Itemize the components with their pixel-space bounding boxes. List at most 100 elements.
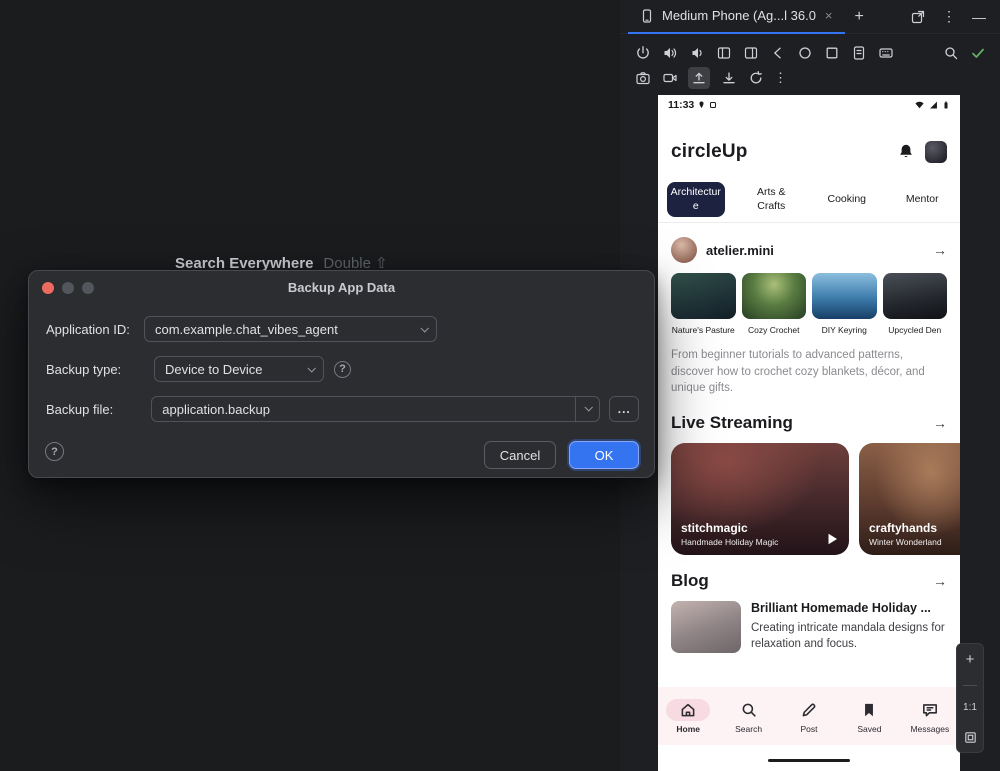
play-icon[interactable]	[824, 531, 840, 547]
craft-card[interactable]: Cozy Crochet	[742, 273, 807, 335]
category-tabs: Architecture Arts & Crafts Cooking Mento…	[658, 177, 960, 223]
live-streaming-title: Live Streaming	[671, 413, 793, 433]
user-avatar[interactable]	[925, 141, 947, 163]
blog-post-image	[671, 601, 741, 653]
backup-type-help-button[interactable]: ?	[334, 361, 351, 378]
soft-keyboard-icon[interactable]	[877, 45, 894, 62]
craft-cards-row: Nature's Pasture Cozy Crochet DIY Keyrin…	[658, 273, 960, 335]
app-title: circleUp	[671, 141, 748, 163]
toolbar-more-icon[interactable]: ⋮	[774, 70, 788, 86]
open-in-window-icon[interactable]	[909, 8, 926, 25]
craft-card-label: DIY Keyring	[812, 325, 877, 335]
restore-download-icon[interactable]	[720, 70, 737, 87]
gesture-bar[interactable]	[768, 759, 850, 762]
nav-item-post[interactable]: Post	[779, 699, 839, 734]
nav-label: Messages	[910, 724, 949, 734]
stream-card[interactable]: stitchmagic Handmade Holiday Magic	[671, 443, 849, 555]
chevron-down-icon	[420, 324, 428, 332]
nav-item-home[interactable]: Home	[658, 699, 718, 734]
combo-dropdown-button[interactable]	[575, 397, 599, 421]
stream-subtitle: Handmade Holiday Magic	[681, 537, 778, 547]
blog-post-item[interactable]: Brilliant Homemade Holiday ... Creating …	[658, 601, 960, 653]
nav-home-icon[interactable]	[796, 45, 813, 62]
blog-title: Blog	[671, 571, 709, 591]
emulator-tab[interactable]: Medium Phone (Ag...l 36.0 ×	[628, 0, 845, 34]
fold-in-icon[interactable]	[715, 45, 732, 62]
bookmark-icon	[860, 701, 878, 719]
ok-button[interactable]: OK	[569, 441, 639, 469]
power-icon[interactable]	[634, 45, 651, 62]
bottom-navigation: Home Search Post Saved	[658, 687, 960, 745]
profile-row[interactable]: atelier.mini →	[658, 237, 960, 263]
status-check-icon	[969, 45, 986, 62]
stream-subtitle: Winter Wonderland	[869, 537, 942, 547]
volume-up-icon[interactable]	[661, 45, 678, 62]
profile-name: atelier.mini	[706, 243, 774, 258]
snapshot-reset-icon[interactable]	[747, 70, 764, 87]
blog-arrow-icon[interactable]: →	[933, 573, 947, 589]
pencil-icon	[800, 701, 818, 719]
panel-more-icon[interactable]: ⋮	[942, 8, 956, 25]
tab-arts-crafts[interactable]: Arts & Crafts	[734, 177, 810, 222]
cancel-button[interactable]: Cancel	[484, 441, 556, 469]
backup-file-value: application.backup	[162, 402, 270, 417]
nav-item-search[interactable]: Search	[718, 699, 778, 734]
zoom-ratio-label[interactable]: 1:1	[963, 702, 977, 713]
nav-overview-icon[interactable]	[823, 45, 840, 62]
backup-type-select[interactable]: Device to Device	[154, 356, 324, 382]
craft-card[interactable]: Nature's Pasture	[671, 273, 736, 335]
nav-back-icon[interactable]	[769, 45, 786, 62]
tab-cooking[interactable]: Cooking	[809, 177, 885, 222]
backup-upload-icon[interactable]	[688, 67, 710, 89]
dialog-help-area: ?	[45, 442, 64, 461]
zoom-divider	[963, 685, 977, 686]
nav-item-saved[interactable]: Saved	[839, 699, 899, 734]
device-phone-icon	[638, 7, 655, 24]
profile-arrow-icon[interactable]: →	[933, 242, 947, 258]
blog-header: Blog →	[658, 571, 960, 591]
panel-minimize-icon[interactable]: —	[972, 9, 986, 25]
browse-file-button[interactable]: ...	[609, 396, 639, 422]
profile-avatar	[671, 237, 697, 263]
category-description: From beginner tutorials to advanced patt…	[658, 347, 960, 397]
dialog-title: Backup App Data	[29, 280, 654, 295]
tab-architecture[interactable]: Architecture	[658, 177, 734, 222]
nav-label: Post	[801, 724, 818, 734]
live-streaming-arrow-icon[interactable]: →	[933, 415, 947, 431]
screenshot-page-icon[interactable]	[850, 45, 867, 62]
chevron-down-icon	[307, 364, 315, 372]
battery-icon	[942, 99, 950, 111]
notifications-bell-icon[interactable]	[897, 143, 915, 161]
dialog-buttons: Cancel OK	[484, 441, 639, 469]
app-status-icon	[709, 101, 717, 109]
tab-close-icon[interactable]: ×	[823, 8, 835, 23]
application-id-select[interactable]: com.example.chat_vibes_agent	[144, 316, 437, 342]
fold-out-icon[interactable]	[742, 45, 759, 62]
nav-item-messages[interactable]: Messages	[900, 699, 960, 734]
zoom-search-icon[interactable]	[942, 45, 959, 62]
status-time: 11:33	[668, 99, 694, 111]
phone-status-bar: 11:33	[658, 95, 960, 115]
tab-mentor[interactable]: Mentor	[885, 177, 961, 222]
craft-card[interactable]: DIY Keyring	[812, 273, 877, 335]
signal-icon	[928, 100, 939, 110]
stream-card[interactable]: craftyhands Winter Wonderland	[859, 443, 960, 555]
dialog-help-button[interactable]: ?	[45, 442, 64, 461]
volume-down-icon[interactable]	[688, 45, 705, 62]
tab-label: Mentor	[893, 189, 951, 210]
tab-label: Cooking	[818, 189, 876, 210]
craft-card[interactable]: Upcycled Den	[883, 273, 948, 335]
new-tab-button[interactable]: +	[855, 8, 864, 26]
zoom-in-button[interactable]: +	[966, 651, 975, 668]
nav-active-pill	[666, 699, 710, 721]
tab-label: Architecture	[667, 182, 725, 216]
backup-file-combo[interactable]: application.backup	[151, 396, 600, 422]
stream-name: stitchmagic	[681, 521, 778, 535]
fit-to-screen-icon[interactable]	[963, 730, 978, 745]
screen-record-icon[interactable]	[661, 70, 678, 87]
messages-icon	[921, 701, 939, 719]
application-id-label: Application ID:	[46, 322, 144, 337]
location-icon	[697, 100, 706, 110]
tab-label: Arts & Crafts	[742, 182, 800, 216]
screenshot-camera-icon[interactable]	[634, 70, 651, 87]
